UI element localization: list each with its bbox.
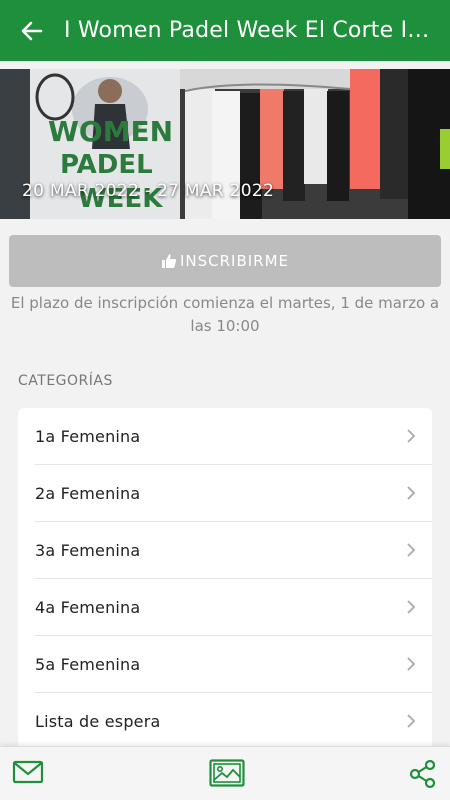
- mail-button[interactable]: [12, 759, 44, 789]
- chevron-right-icon: [407, 600, 416, 614]
- category-label: 5a Femenina: [35, 654, 141, 674]
- category-item[interactable]: 1a Femenina: [35, 408, 432, 465]
- event-date-range: 20 MAR 2022 - 27 MAR 2022: [22, 181, 275, 201]
- event-banner: WOMEN PADEL WEEK 20 MAR 2022 - 27 MAR 20…: [0, 69, 450, 219]
- gallery-icon: [209, 759, 245, 787]
- bottom-action-bar: [0, 746, 450, 800]
- categories-list: 1a Femenina 2a Femenina 3a Femenina 4a F…: [18, 408, 432, 753]
- category-item[interactable]: 2a Femenina: [35, 465, 432, 522]
- share-icon: [409, 759, 436, 789]
- arrow-left-icon: [21, 21, 43, 40]
- gallery-button[interactable]: [209, 759, 245, 791]
- page-title: I Women Padel Week El Corte Inglés: [64, 18, 434, 43]
- category-label: 4a Femenina: [35, 597, 141, 617]
- categories-heading: CATEGORÍAS: [18, 373, 113, 389]
- chevron-right-icon: [407, 714, 416, 728]
- register-button[interactable]: INSCRIBIRME: [9, 235, 441, 287]
- category-item[interactable]: 3a Femenina: [35, 522, 432, 579]
- back-button[interactable]: [0, 0, 64, 61]
- registration-notice: El plazo de inscripción comienza el mart…: [10, 294, 440, 335]
- category-label: 2a Femenina: [35, 483, 141, 503]
- category-label: 1a Femenina: [35, 426, 141, 446]
- chevron-right-icon: [407, 543, 416, 557]
- share-button[interactable]: [409, 759, 437, 793]
- thumbs-up-icon: [161, 254, 177, 268]
- chevron-right-icon: [407, 429, 416, 443]
- mail-icon: [12, 760, 44, 784]
- category-item[interactable]: Lista de espera: [35, 693, 432, 750]
- chevron-right-icon: [407, 486, 416, 500]
- poster-text-2: PADEL: [60, 150, 153, 180]
- category-label: Lista de espera: [35, 711, 161, 731]
- category-item[interactable]: 5a Femenina: [35, 636, 432, 693]
- category-item[interactable]: 4a Femenina: [35, 579, 432, 636]
- app-bar: I Women Padel Week El Corte Inglés: [0, 0, 450, 61]
- poster-text-1: WOMEN: [48, 115, 173, 148]
- register-button-label: INSCRIBIRME: [179, 252, 290, 270]
- chevron-right-icon: [407, 657, 416, 671]
- category-label: 3a Femenina: [35, 540, 141, 560]
